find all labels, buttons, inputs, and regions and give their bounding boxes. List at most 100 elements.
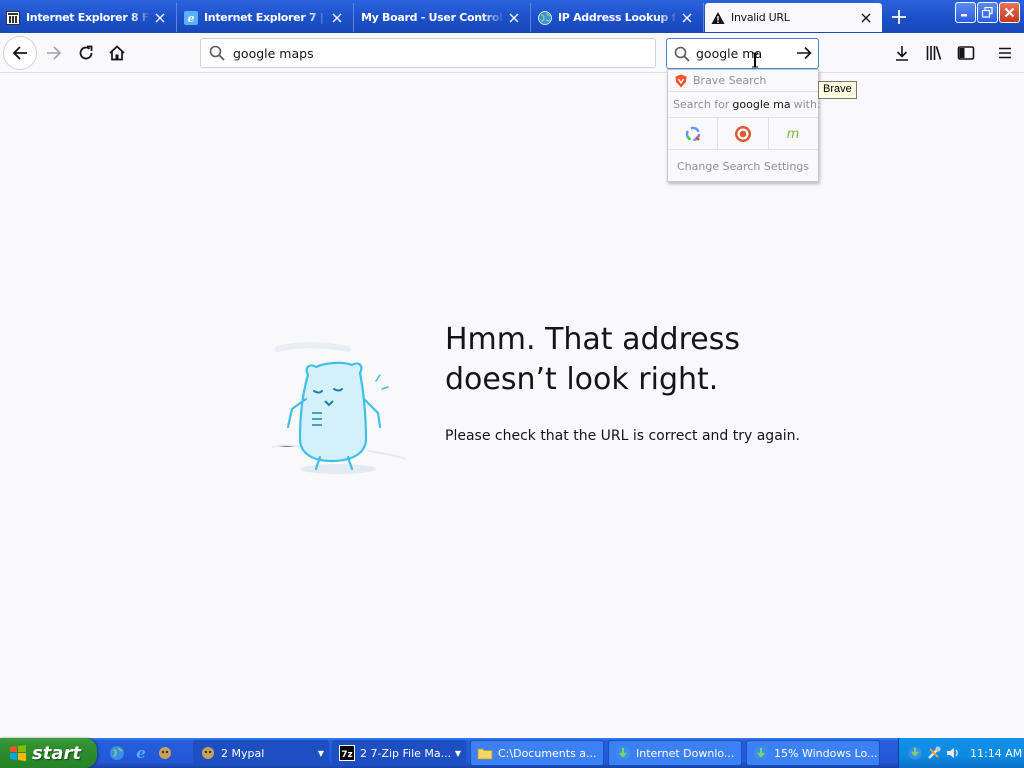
mojeek-engine-button[interactable]: m <box>769 118 818 149</box>
globe-icon <box>110 746 124 760</box>
task-label: C:\Documents a... <box>498 746 597 760</box>
tools-tray-icon[interactable] <box>926 745 942 761</box>
tab-my-board[interactable]: My Board - User Control Pan <box>355 3 531 32</box>
sidebar-button[interactable] <box>955 42 977 64</box>
tab-bar: Internet Explorer 8 For e Internet Explo… <box>0 0 1024 33</box>
navigation-toolbar: google maps google ma <box>0 33 1024 73</box>
svg-text:7z: 7z <box>341 750 353 760</box>
close-icon <box>1004 7 1015 18</box>
duckduckgo-icon <box>734 125 751 142</box>
error-illustration-icon <box>271 342 407 474</box>
system-tray: 11:14 AM <box>898 738 1024 768</box>
search-for-prefix: Search for <box>673 98 730 111</box>
search-for-row: Search for google ma with: <box>668 92 821 118</box>
svg-text:e: e <box>188 12 195 25</box>
reload-button[interactable] <box>70 37 102 69</box>
go-arrow-icon[interactable] <box>795 44 813 62</box>
taskbar-item-windows-download[interactable]: 15% Windows Lo... <box>746 740 880 766</box>
download-tray-icon <box>908 746 922 760</box>
task-label: Internet Downlo... <box>636 746 735 760</box>
library-button[interactable] <box>923 42 945 64</box>
taskbar-item-mypal[interactable]: 2 Mypal ▼ <box>193 740 329 766</box>
close-icon[interactable] <box>150 8 170 28</box>
start-label: start <box>32 742 81 764</box>
volume-tray-icon[interactable] <box>945 745 961 761</box>
start-button[interactable]: start <box>0 738 97 768</box>
close-window-button[interactable] <box>999 2 1020 23</box>
tab-internet-explorer-8[interactable]: Internet Explorer 8 For <box>0 3 177 32</box>
taskbar-item-internet-download[interactable]: Internet Downlo... <box>608 740 742 766</box>
search-bar[interactable]: google ma <box>666 38 819 69</box>
home-button[interactable] <box>101 37 133 69</box>
quicklaunch-mypal[interactable] <box>155 743 175 763</box>
downloads-button[interactable] <box>891 42 913 64</box>
back-button[interactable] <box>3 36 37 70</box>
forward-arrow-icon <box>47 46 62 60</box>
quicklaunch-globe[interactable] <box>107 743 127 763</box>
7zip-icon: 7z <box>339 745 355 761</box>
svg-text:m: m <box>787 127 800 142</box>
windows-taskbar: start e 2 Mypal ▼ 7z 2 7-Zip File Ma... … <box>0 738 1024 768</box>
warning-icon <box>711 11 725 25</box>
alternative-engines: m <box>668 118 818 150</box>
network-tray-icon[interactable] <box>907 745 923 761</box>
error-title: Hmm. That address doesn’t look right. <box>445 322 740 397</box>
restore-button[interactable] <box>977 2 998 23</box>
download-icon <box>896 46 908 61</box>
qwant-engine-button[interactable] <box>668 118 719 149</box>
globe-icon <box>538 10 552 25</box>
error-page: Hmm. That address doesn’t look right. Pl… <box>0 74 1024 738</box>
default-search-engine[interactable]: Brave Search <box>668 70 818 92</box>
duckduckgo-engine-button[interactable] <box>718 118 769 149</box>
qwant-icon <box>685 126 700 141</box>
svg-text:e: e <box>136 745 146 761</box>
text-cursor-icon <box>752 52 758 68</box>
tab-title: Internet Explorer 7 | My <box>204 11 327 24</box>
tools-icon <box>928 746 941 759</box>
folder-icon <box>477 748 493 760</box>
chevron-down-icon: ▼ <box>317 749 324 758</box>
chevron-down-icon: ▼ <box>454 749 461 758</box>
mypal-icon <box>202 747 214 759</box>
task-label: 2 Mypal <box>221 746 265 760</box>
library-icon <box>926 46 942 60</box>
task-label: 2 7-Zip File Ma... <box>360 746 452 760</box>
task-label: 15% Windows Lo... <box>774 746 878 760</box>
url-text: google maps <box>233 45 314 61</box>
change-search-settings[interactable]: Change Search Settings <box>668 150 818 182</box>
tab-title: IP Address Lookup for <box>558 11 677 24</box>
home-icon <box>109 45 125 61</box>
download-icon <box>616 746 630 760</box>
windows-logo-icon <box>10 745 26 761</box>
close-icon[interactable] <box>504 8 524 28</box>
error-description: Please check that the URL is correct and… <box>445 428 800 444</box>
tab-ip-address-lookup[interactable]: IP Address Lookup for <box>532 3 704 32</box>
archive-icon <box>6 10 20 25</box>
url-bar[interactable]: google maps <box>200 38 656 68</box>
tab-title: Internet Explorer 8 For <box>26 11 150 24</box>
search-icon <box>674 46 690 62</box>
minimize-button[interactable] <box>955 2 976 23</box>
tab-invalid-url[interactable]: Invalid URL <box>705 3 882 32</box>
forward-button[interactable] <box>38 37 70 69</box>
ie-icon: e <box>136 745 146 761</box>
taskbar-item-7zip[interactable]: 7z 2 7-Zip File Ma... ▼ <box>332 740 466 766</box>
new-tab-button[interactable] <box>886 5 912 29</box>
quicklaunch-ie[interactable]: e <box>131 743 151 763</box>
menu-button[interactable] <box>994 42 1016 64</box>
download-icon <box>754 746 768 760</box>
minimize-icon <box>961 14 967 17</box>
sidebar-icon <box>957 46 975 60</box>
close-icon[interactable] <box>327 8 347 28</box>
taskbar-item-documents[interactable]: C:\Documents a... <box>470 740 604 766</box>
close-icon[interactable] <box>677 8 697 28</box>
tab-title: Invalid URL <box>731 11 790 24</box>
tab-internet-explorer-7[interactable]: e Internet Explorer 7 | My <box>178 3 354 32</box>
reload-icon <box>79 45 93 60</box>
search-for-suffix: with: <box>793 98 821 111</box>
search-icon <box>209 45 225 61</box>
clock: 11:14 AM <box>970 746 1023 760</box>
restore-icon <box>982 7 993 18</box>
brave-icon <box>675 74 687 87</box>
close-icon[interactable] <box>856 8 876 28</box>
